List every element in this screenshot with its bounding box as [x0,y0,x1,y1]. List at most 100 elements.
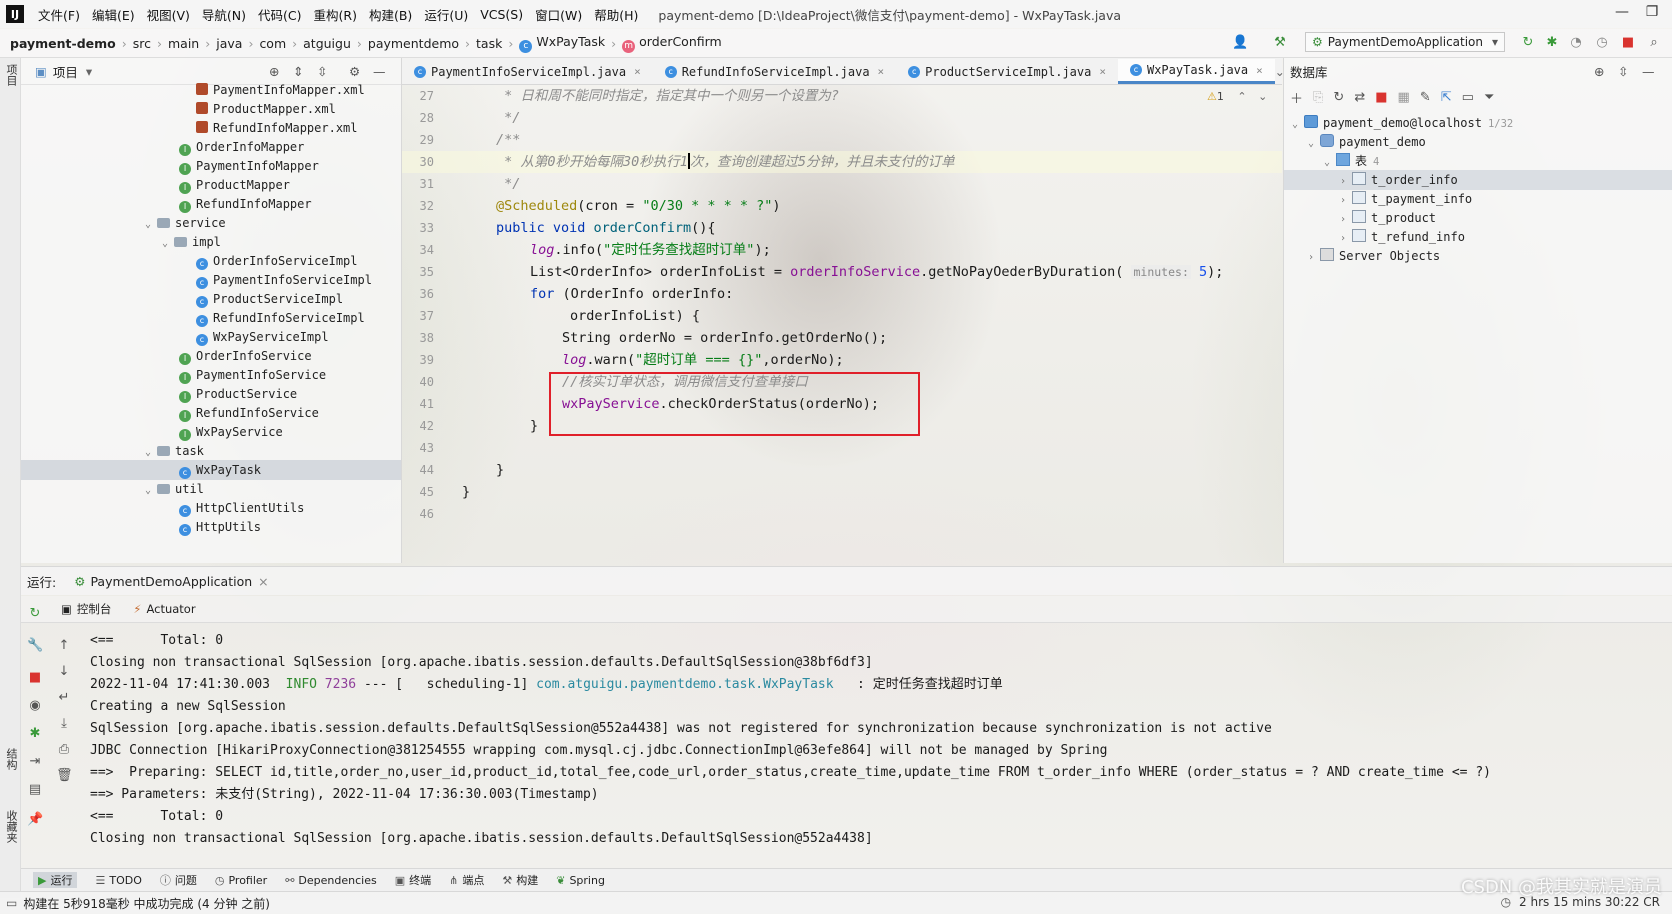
db-tree-table[interactable]: › t_product [1340,208,1436,228]
debug-icon[interactable]: ✱ [27,726,43,742]
tree-item[interactable]: I PaymentInfoService [179,365,326,385]
chevron-down-icon[interactable]: ▾ [86,64,92,79]
gear-icon[interactable]: ⚙ [349,64,360,79]
run-config-select[interactable]: ⚙ PaymentDemoApplication ▾ [1305,32,1505,52]
stop-icon[interactable]: ■ [27,670,43,686]
menu-code[interactable]: 代码(C) [252,5,307,24]
db-tree-schema[interactable]: ⌄ payment_demo [1308,132,1426,152]
chevron-down-icon[interactable]: ⌄ [145,481,157,501]
tool-build[interactable]: ⚒ 构建 [502,872,538,888]
arrow-down-icon[interactable]: ↓ [56,664,72,680]
tool-todo[interactable]: ☰ TODO [95,874,141,887]
chevron-right-icon[interactable]: › [1308,248,1320,268]
refresh-icon[interactable]: ↻ [1333,90,1344,105]
crumb-atguigu[interactable]: atguigu [299,36,355,51]
user-icon[interactable]: 👤 [1232,35,1248,51]
tree-item-selected[interactable]: c WxPayTask [21,460,401,480]
pin-icon[interactable]: 📌 [27,812,43,828]
chevron-down-icon[interactable]: ⌄ [1308,134,1320,154]
tool-problems[interactable]: ⓘ 问题 [160,872,197,888]
sync-icon[interactable]: ⇄ [1354,90,1365,105]
tool-profiler[interactable]: ◷ Profiler [215,874,267,887]
hide-icon[interactable]: — [373,64,386,79]
menu-help[interactable]: 帮助(H) [588,5,644,24]
crumb-class[interactable]: c WxPayTask [515,34,609,53]
collapse-all-icon[interactable]: ⇳ [317,64,327,79]
menu-edit[interactable]: 编辑(E) [86,5,141,24]
collapse-all-icon[interactable]: ⇳ [1618,64,1628,79]
menu-refactor[interactable]: 重构(R) [308,5,363,24]
debug-icon[interactable]: ✱ [1544,35,1560,51]
tree-item[interactable]: c RefundInfoServiceImpl [196,308,365,328]
rerun-icon[interactable]: ↻ [27,606,43,622]
db-tree-tables[interactable]: ⌄ 表 4 [1324,151,1379,171]
close-icon[interactable]: × [1099,65,1106,78]
crumb-project[interactable]: payment-demo [0,36,120,51]
tree-folder[interactable]: ⌄ service [145,213,226,233]
tree-item[interactable]: c WxPayServiceImpl [196,327,329,347]
project-title[interactable]: 项目 [53,62,78,81]
tree-folder[interactable]: ⌄ util [145,479,204,499]
crumb-main[interactable]: main [164,36,203,51]
crumb-src[interactable]: src [129,36,155,51]
expand-all-icon[interactable]: ⇕ [293,64,303,79]
console-output[interactable]: <== Total: 0 Closing non transactional S… [80,624,1672,869]
hide-icon[interactable]: — [1642,64,1655,79]
stop-icon[interactable]: ■ [1620,35,1636,51]
tree-item[interactable]: I PaymentInfoMapper [179,156,319,176]
crumb-method[interactable]: m orderConfirm [618,34,726,53]
tab-console[interactable]: ▣ 控制台 [61,601,111,617]
tree-item[interactable]: I ProductService [179,384,297,404]
tree-folder[interactable]: ⌄ task [145,441,204,461]
restore-icon[interactable]: ❐ [1642,4,1662,24]
close-icon[interactable]: × [878,65,885,78]
locate-icon[interactable]: ⊕ [1594,64,1604,79]
warning-indicator[interactable]: ⚠1 ⌃ ⌄ [1207,90,1267,103]
menu-view[interactable]: 视图(V) [141,5,196,24]
chevron-down-icon[interactable]: ⌄ [145,215,157,235]
close-icon[interactable]: × [258,574,268,589]
close-icon[interactable]: × [634,65,641,78]
tree-item[interactable]: I OrderInfoService [179,346,312,366]
soft-wrap-icon[interactable]: ↵ [56,690,72,706]
crumb-com[interactable]: com [255,36,290,51]
tool-endpoints[interactable]: ⋔ 端点 [449,872,484,888]
menu-window[interactable]: 窗口(W) [529,5,588,24]
chevron-down-icon[interactable]: ⌄ [1258,90,1267,103]
tree-folder[interactable]: ⌄ impl [162,232,221,252]
tab-actuator[interactable]: ⚡ Actuator [133,602,195,616]
tree-item[interactable]: c HttpUtils [179,517,261,537]
tool-run[interactable]: ▶ 运行 [33,872,78,888]
crumb-paymentdemo[interactable]: paymentdemo [364,36,463,51]
scroll-end-icon[interactable]: ⤓ [56,716,72,732]
trash-icon[interactable]: 🗑 [56,768,73,784]
db-tree-host[interactable]: ⌄ payment_demo@localhost 1/32 [1292,113,1513,133]
tab-paymentinfoserviceimpl[interactable]: c PaymentInfoServiceImpl.java × [402,59,653,84]
jump-icon[interactable]: ⇱ [1441,90,1452,105]
db-tree-table[interactable]: › t_order_info [1284,170,1672,190]
crumb-java[interactable]: java [212,36,246,51]
tree-item[interactable]: I ProductMapper [179,175,290,195]
camera-icon[interactable]: ◉ [27,698,43,714]
rerun-icon[interactable]: ↻ [1520,35,1536,51]
search-icon[interactable]: ⌕ [1646,35,1662,51]
chevron-down-icon[interactable]: ⌄ [162,234,174,254]
wrench-icon[interactable]: 🔧 [27,638,43,654]
layout-icon[interactable]: ▤ [27,782,43,798]
chevron-up-icon[interactable]: ⌃ [1237,90,1246,103]
stripe-project[interactable]: 项目 [3,64,19,86]
tree-item[interactable]: I RefundInfoMapper [179,194,312,214]
console-icon[interactable]: ▭ [1462,90,1474,105]
tree-item[interactable]: c OrderInfoServiceImpl [196,251,358,271]
tree-item[interactable]: I OrderInfoMapper [179,137,304,157]
tree-item[interactable]: c ProductServiceImpl [196,289,343,309]
tree-item[interactable]: ProductMapper.xml [196,99,336,119]
tree-item[interactable]: c HttpClientUtils [179,498,304,518]
coverage-icon[interactable]: ◔ [1568,35,1584,51]
copy-icon[interactable]: ⎘ [1313,90,1323,105]
profile-icon[interactable]: ◷ [1594,35,1610,51]
add-icon[interactable]: ＋ [1290,88,1303,107]
stripe-favorites[interactable]: 收藏夹 [3,810,19,843]
stripe-structure[interactable]: 结构 [3,748,19,770]
minimize-icon[interactable]: — [1612,4,1632,24]
